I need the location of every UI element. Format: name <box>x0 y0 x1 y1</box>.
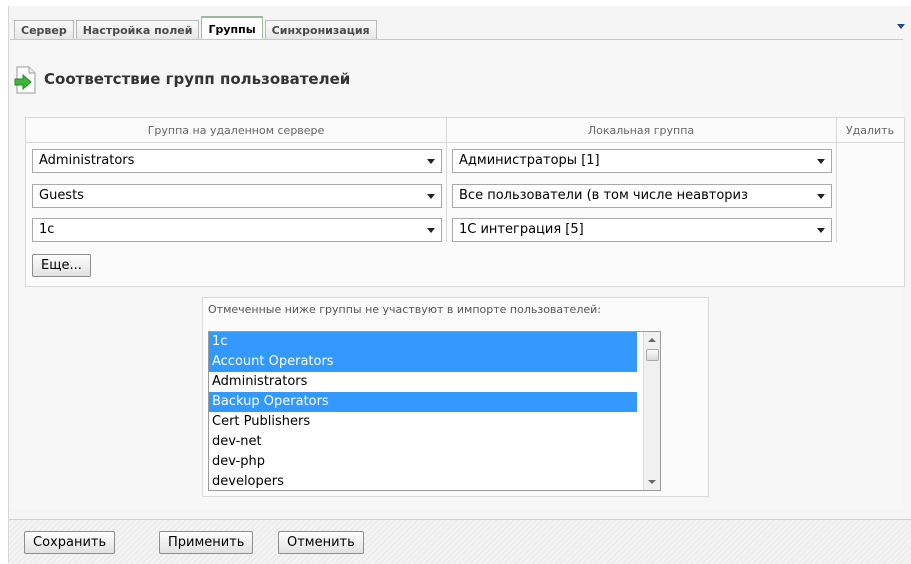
list-item[interactable]: dev-net <box>209 432 637 452</box>
tab-server[interactable]: Сервер <box>14 20 74 40</box>
list-item[interactable]: Account Operators <box>209 352 637 372</box>
chevron-down-icon <box>817 228 825 233</box>
chevron-down-icon <box>427 194 435 199</box>
select-value: Администраторы [1] <box>459 153 600 168</box>
excluded-groups-label: Отмеченные ниже группы не участвуют в им… <box>208 303 601 316</box>
select-value: 1С интеграция [5] <box>459 222 584 237</box>
scroll-up-icon[interactable] <box>648 338 656 342</box>
tab-sync[interactable]: Синхронизация <box>264 20 377 40</box>
excluded-groups-box: Отмеченные ниже группы не участвуют в им… <box>202 297 709 497</box>
chevron-down-icon <box>427 228 435 233</box>
local-group-select[interactable]: 1С интеграция [5] <box>452 218 832 242</box>
tab-strip: Сервер Настройка полей Группы Синхрониза… <box>14 16 379 40</box>
list-item[interactable]: dev-php <box>209 452 637 472</box>
more-button[interactable]: Еще... <box>32 254 91 277</box>
scroll-thumb[interactable] <box>646 349 659 361</box>
remote-group-header: Группа на удаленном сервере <box>26 118 446 143</box>
import-arrow-icon <box>14 66 38 98</box>
apply-button[interactable]: Применить <box>159 531 254 554</box>
select-value: Guests <box>39 188 84 203</box>
local-group-select[interactable]: Администраторы [1] <box>452 149 832 173</box>
save-button[interactable]: Сохранить <box>24 531 116 554</box>
tab-groups[interactable]: Группы <box>201 16 263 40</box>
remote-group-select[interactable]: 1c <box>32 218 442 242</box>
delete-header: Удалить <box>836 118 904 143</box>
chevron-down-icon <box>817 194 825 199</box>
excluded-groups-listbox[interactable]: 1c Account Operators Administrators Back… <box>208 331 661 491</box>
list-item[interactable]: Administrators <box>209 372 637 392</box>
cancel-button[interactable]: Отменить <box>278 531 364 554</box>
page-title: Соответствие групп пользователей <box>44 70 351 88</box>
local-group-select[interactable]: Все пользователи (в том числе неавториз <box>452 184 832 208</box>
local-group-header: Локальная группа <box>446 118 836 143</box>
remote-group-select[interactable]: Administrators <box>32 149 442 173</box>
list-item[interactable]: developers <box>209 472 637 490</box>
chevron-down-icon <box>427 159 435 164</box>
select-value: 1c <box>39 222 55 237</box>
select-value: Administrators <box>39 153 135 168</box>
chevron-down-icon[interactable] <box>897 24 905 29</box>
listbox-scrollbar[interactable] <box>643 332 660 490</box>
tab-field-settings[interactable]: Настройка полей <box>75 20 200 40</box>
column-divider <box>446 118 447 242</box>
remote-group-select[interactable]: Guests <box>32 184 442 208</box>
footer-bar: Сохранить Применить Отменить <box>9 519 911 564</box>
list-item[interactable]: 1c <box>209 332 637 352</box>
scroll-down-icon[interactable] <box>648 480 656 484</box>
chevron-down-icon <box>817 159 825 164</box>
list-item[interactable]: Backup Operators <box>209 392 637 412</box>
list-item[interactable]: Cert Publishers <box>209 412 637 432</box>
group-mapping-table: Группа на удаленном сервере Локальная гр… <box>25 117 905 287</box>
select-value: Все пользователи (в том числе неавториз <box>459 188 748 203</box>
column-divider <box>836 118 837 242</box>
